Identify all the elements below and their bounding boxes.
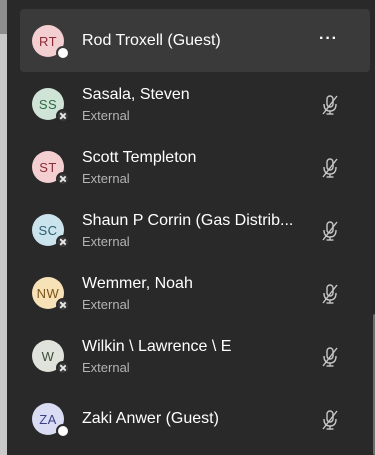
mic-muted-icon[interactable] <box>320 220 340 242</box>
participant-row-wilkin-lawrence[interactable]: W Wilkin \ Lawrence \ E External <box>20 324 370 387</box>
external-badge-icon <box>56 235 70 249</box>
participants-window: RT Rod Troxell (Guest) ··· SS Sasala, St… <box>0 0 375 455</box>
external-badge-icon <box>56 109 70 123</box>
participant-row-shaun-corrin[interactable]: SC Shaun P Corrin (Gas Distrib... Extern… <box>20 198 370 261</box>
participant-subtitle: External <box>82 171 130 186</box>
presence-dot-icon <box>56 424 70 438</box>
participant-name: Wemmer, Noah <box>82 275 193 292</box>
left-edge-strip <box>0 0 7 455</box>
participant-name: Scott Templeton <box>82 149 197 166</box>
participant-row-sasala-steven[interactable]: SS Sasala, Steven External <box>20 72 370 135</box>
participant-name: Shaun P Corrin (Gas Distrib... <box>82 212 294 229</box>
mic-muted-icon[interactable] <box>320 283 340 305</box>
participant-subtitle: External <box>82 108 130 123</box>
participant-name: Rod Troxell (Guest) <box>82 32 221 49</box>
participant-subtitle: External <box>82 360 130 375</box>
participants-panel: RT Rod Troxell (Guest) ··· SS Sasala, St… <box>7 0 375 455</box>
participant-subtitle: External <box>82 234 130 249</box>
external-badge-icon <box>56 172 70 186</box>
mic-muted-icon[interactable] <box>320 157 340 179</box>
participant-row-rod-troxell[interactable]: RT Rod Troxell (Guest) ··· <box>20 9 370 72</box>
participant-list: RT Rod Troxell (Guest) ··· SS Sasala, St… <box>20 9 370 450</box>
mic-muted-icon[interactable] <box>320 94 340 116</box>
mic-muted-icon[interactable] <box>320 346 340 368</box>
presence-dot-icon <box>56 46 70 60</box>
mic-muted-icon[interactable] <box>320 409 340 431</box>
external-badge-icon <box>56 361 70 375</box>
participant-row-scott-templeton[interactable]: ST Scott Templeton External <box>20 135 370 198</box>
participant-name: Zaki Anwer (Guest) <box>82 410 219 427</box>
participant-row-zaki-anwer[interactable]: ZA Zaki Anwer (Guest) <box>20 387 370 450</box>
more-options-icon[interactable]: ··· <box>319 30 338 48</box>
participant-name: Wilkin \ Lawrence \ E <box>82 338 232 355</box>
left-edge-notch <box>0 0 7 34</box>
external-badge-icon <box>56 298 70 312</box>
participant-row-noah-wemmer[interactable]: NW Wemmer, Noah External <box>20 261 370 324</box>
participant-name: Sasala, Steven <box>82 86 190 103</box>
participant-subtitle: External <box>82 297 130 312</box>
